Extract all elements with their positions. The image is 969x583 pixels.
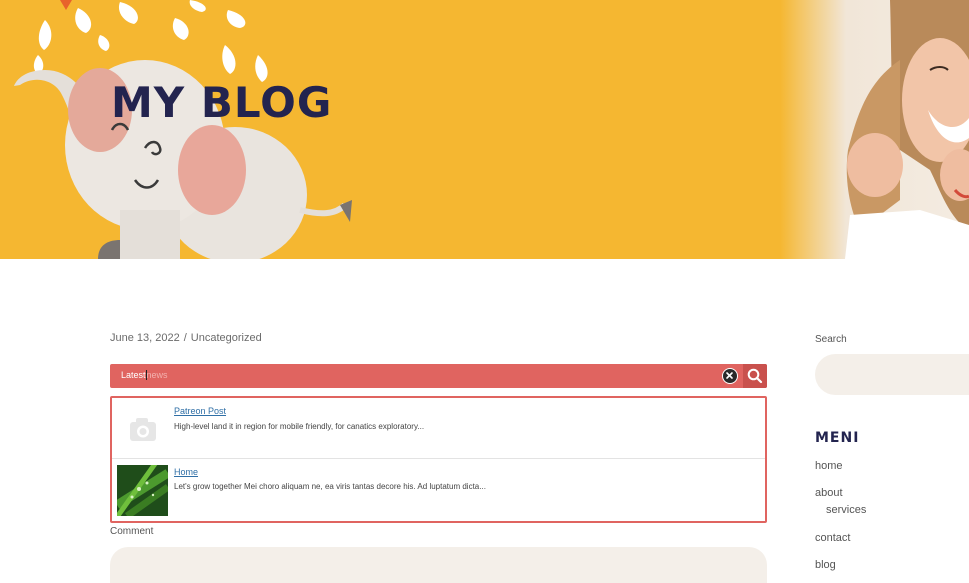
post-meta: June 13, 2022/ Uncategorized (110, 332, 262, 344)
search-input[interactable]: Latestnews (121, 370, 168, 380)
search-icon (747, 368, 763, 384)
search-typed-text: Latest (121, 370, 146, 380)
close-circle-icon[interactable] (722, 368, 738, 384)
search-autocomplete-hint: news (146, 370, 168, 380)
leaf-photo (114, 459, 171, 519)
result-excerpt: Let's grow together Mei choro aliquam ne… (174, 482, 486, 491)
sidebar-menu-title: MENI (815, 430, 860, 446)
comment-textarea[interactable] (110, 547, 767, 583)
sidebar-search-input[interactable] (815, 354, 969, 395)
search-results-dropdown: Patreon Post High-level land it in regio… (110, 396, 767, 523)
sidebar-search-label: Search (815, 334, 847, 345)
sidebar-item-home[interactable]: home (815, 460, 843, 472)
result-excerpt: High-level land it in region for mobile … (174, 422, 425, 431)
sidebar-item-blog[interactable]: blog (815, 559, 836, 571)
sidebar-item-services[interactable]: services (826, 504, 866, 516)
post-date: June 13, 2022 (110, 332, 180, 344)
search-result-item[interactable]: Home Let's grow together Mei choro aliqu… (112, 459, 765, 521)
comment-label: Comment (110, 526, 154, 537)
camera-placeholder-icon (117, 403, 168, 454)
meta-separator: / (183, 332, 187, 344)
result-title[interactable]: Home (174, 467, 198, 477)
hero-banner: MY BLOG (0, 0, 969, 259)
result-title[interactable]: Patreon Post (174, 406, 226, 416)
sidebar-item-contact[interactable]: contact (815, 532, 850, 544)
elephant-illustration (14, 0, 352, 259)
girl-photo (780, 0, 969, 259)
search-submit-button[interactable] (743, 364, 767, 388)
page-title: MY BLOG (111, 78, 333, 127)
live-search-bar[interactable]: Latestnews (110, 364, 767, 388)
sidebar-item-about[interactable]: about (815, 487, 843, 499)
search-result-item[interactable]: Patreon Post High-level land it in regio… (112, 398, 765, 459)
category-link[interactable]: Uncategorized (191, 332, 262, 344)
